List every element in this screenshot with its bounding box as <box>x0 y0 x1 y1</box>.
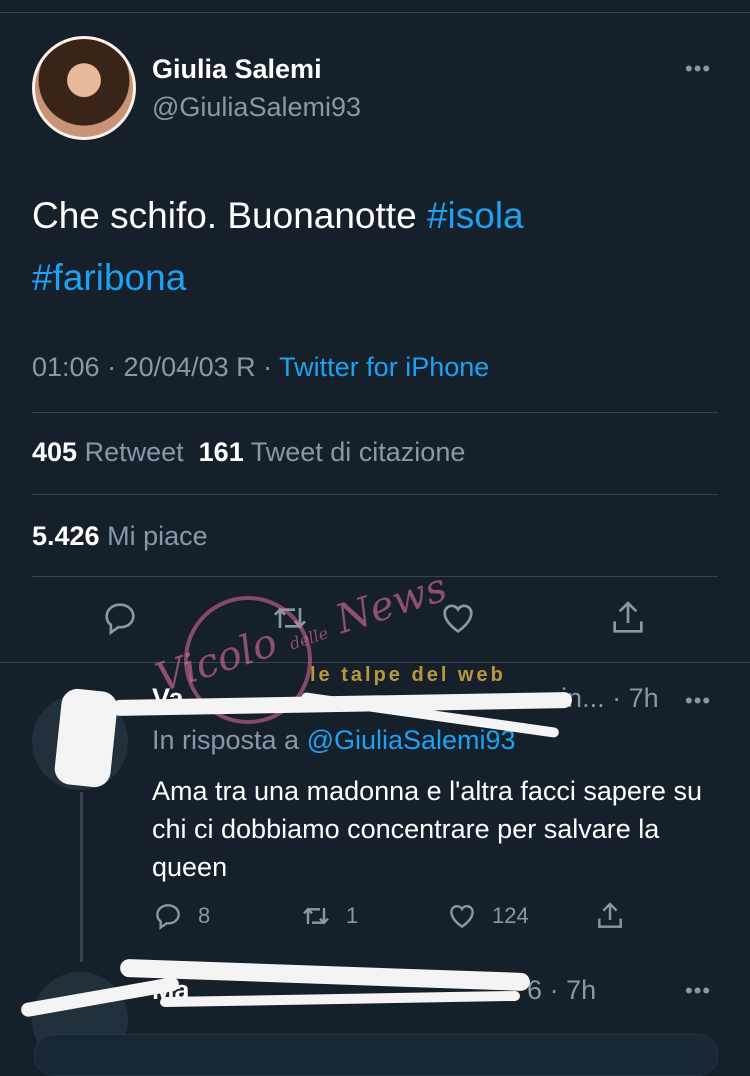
stats-likes[interactable]: 5.426 Mi piace <box>32 521 208 552</box>
divider-meta <box>32 412 718 413</box>
share-icon <box>598 902 622 928</box>
like-icon <box>450 905 474 929</box>
reply-retweet-button[interactable]: 1 <box>300 898 358 934</box>
reply-compose-bar[interactable] <box>34 1034 718 1076</box>
divider-stats <box>32 494 718 495</box>
reply-time: · 7h <box>612 683 659 713</box>
reply-share-button[interactable] <box>594 898 640 934</box>
redaction-scribble <box>53 687 119 789</box>
reply-in-reply-to: In risposta a @GiuliaSalemi93 <box>152 725 516 756</box>
reply-icon[interactable] <box>100 598 140 638</box>
thread-line <box>80 792 83 962</box>
in-reply-label: In risposta a <box>152 725 307 755</box>
hashtag-faribona[interactable]: #faribona <box>32 257 186 298</box>
top-divider <box>0 12 750 13</box>
retweet-icon <box>303 907 329 925</box>
reply-reply-count: 8 <box>198 903 211 928</box>
author-handle[interactable]: @GiuliaSalemi93 <box>152 92 361 123</box>
reply-retweet-count: 1 <box>346 903 359 928</box>
author-avatar[interactable] <box>32 36 136 140</box>
tweet-meta: 01:06 · 20/04/03 R · Twitter for iPhone <box>32 352 489 383</box>
tweet-text-plain: Che schifo. Buonanotte <box>32 195 427 236</box>
divider-likes <box>32 576 718 577</box>
reply2-more-dots-icon[interactable]: ••• <box>685 978 711 1004</box>
likes-label: Mi piace <box>107 521 208 551</box>
share-icon[interactable] <box>608 598 648 638</box>
retweets-label: Retweet <box>84 437 184 467</box>
more-dots-icon[interactable]: ••• <box>685 56 711 82</box>
tweet-text: Che schifo. Buonanotte #isola #faribona <box>32 185 722 309</box>
author-name[interactable]: Giulia Salemi <box>152 54 322 85</box>
hashtag-isola[interactable]: #isola <box>427 195 524 236</box>
reply-reply-button[interactable]: 8 <box>152 898 210 934</box>
divider-actions <box>0 662 750 663</box>
stats-retweets-quotes[interactable]: 405 Retweet 161 Tweet di citazione <box>32 437 465 468</box>
watermark-banner: le talpe del web <box>310 664 506 686</box>
quotes-label: Tweet di citazione <box>250 437 466 467</box>
reply-text: Ama tra una madonna e l'altra facci sape… <box>152 776 702 882</box>
quotes-count: 161 <box>198 437 244 467</box>
tweet-source[interactable]: Twitter for iPhone <box>279 352 489 382</box>
reply2-time: · 7h <box>549 975 597 1005</box>
reply-icon <box>156 904 180 930</box>
likes-count: 5.426 <box>32 521 100 551</box>
in-reply-handle[interactable]: @GiuliaSalemi93 <box>307 725 516 755</box>
tweet-timestamp: 01:06 · 20/04/03 R · <box>32 352 280 382</box>
retweets-count: 405 <box>32 437 78 467</box>
reply-like-count: 124 <box>492 903 529 928</box>
reply-like-button[interactable]: 124 <box>446 898 529 934</box>
reply-more-dots-icon[interactable]: ••• <box>685 688 711 714</box>
